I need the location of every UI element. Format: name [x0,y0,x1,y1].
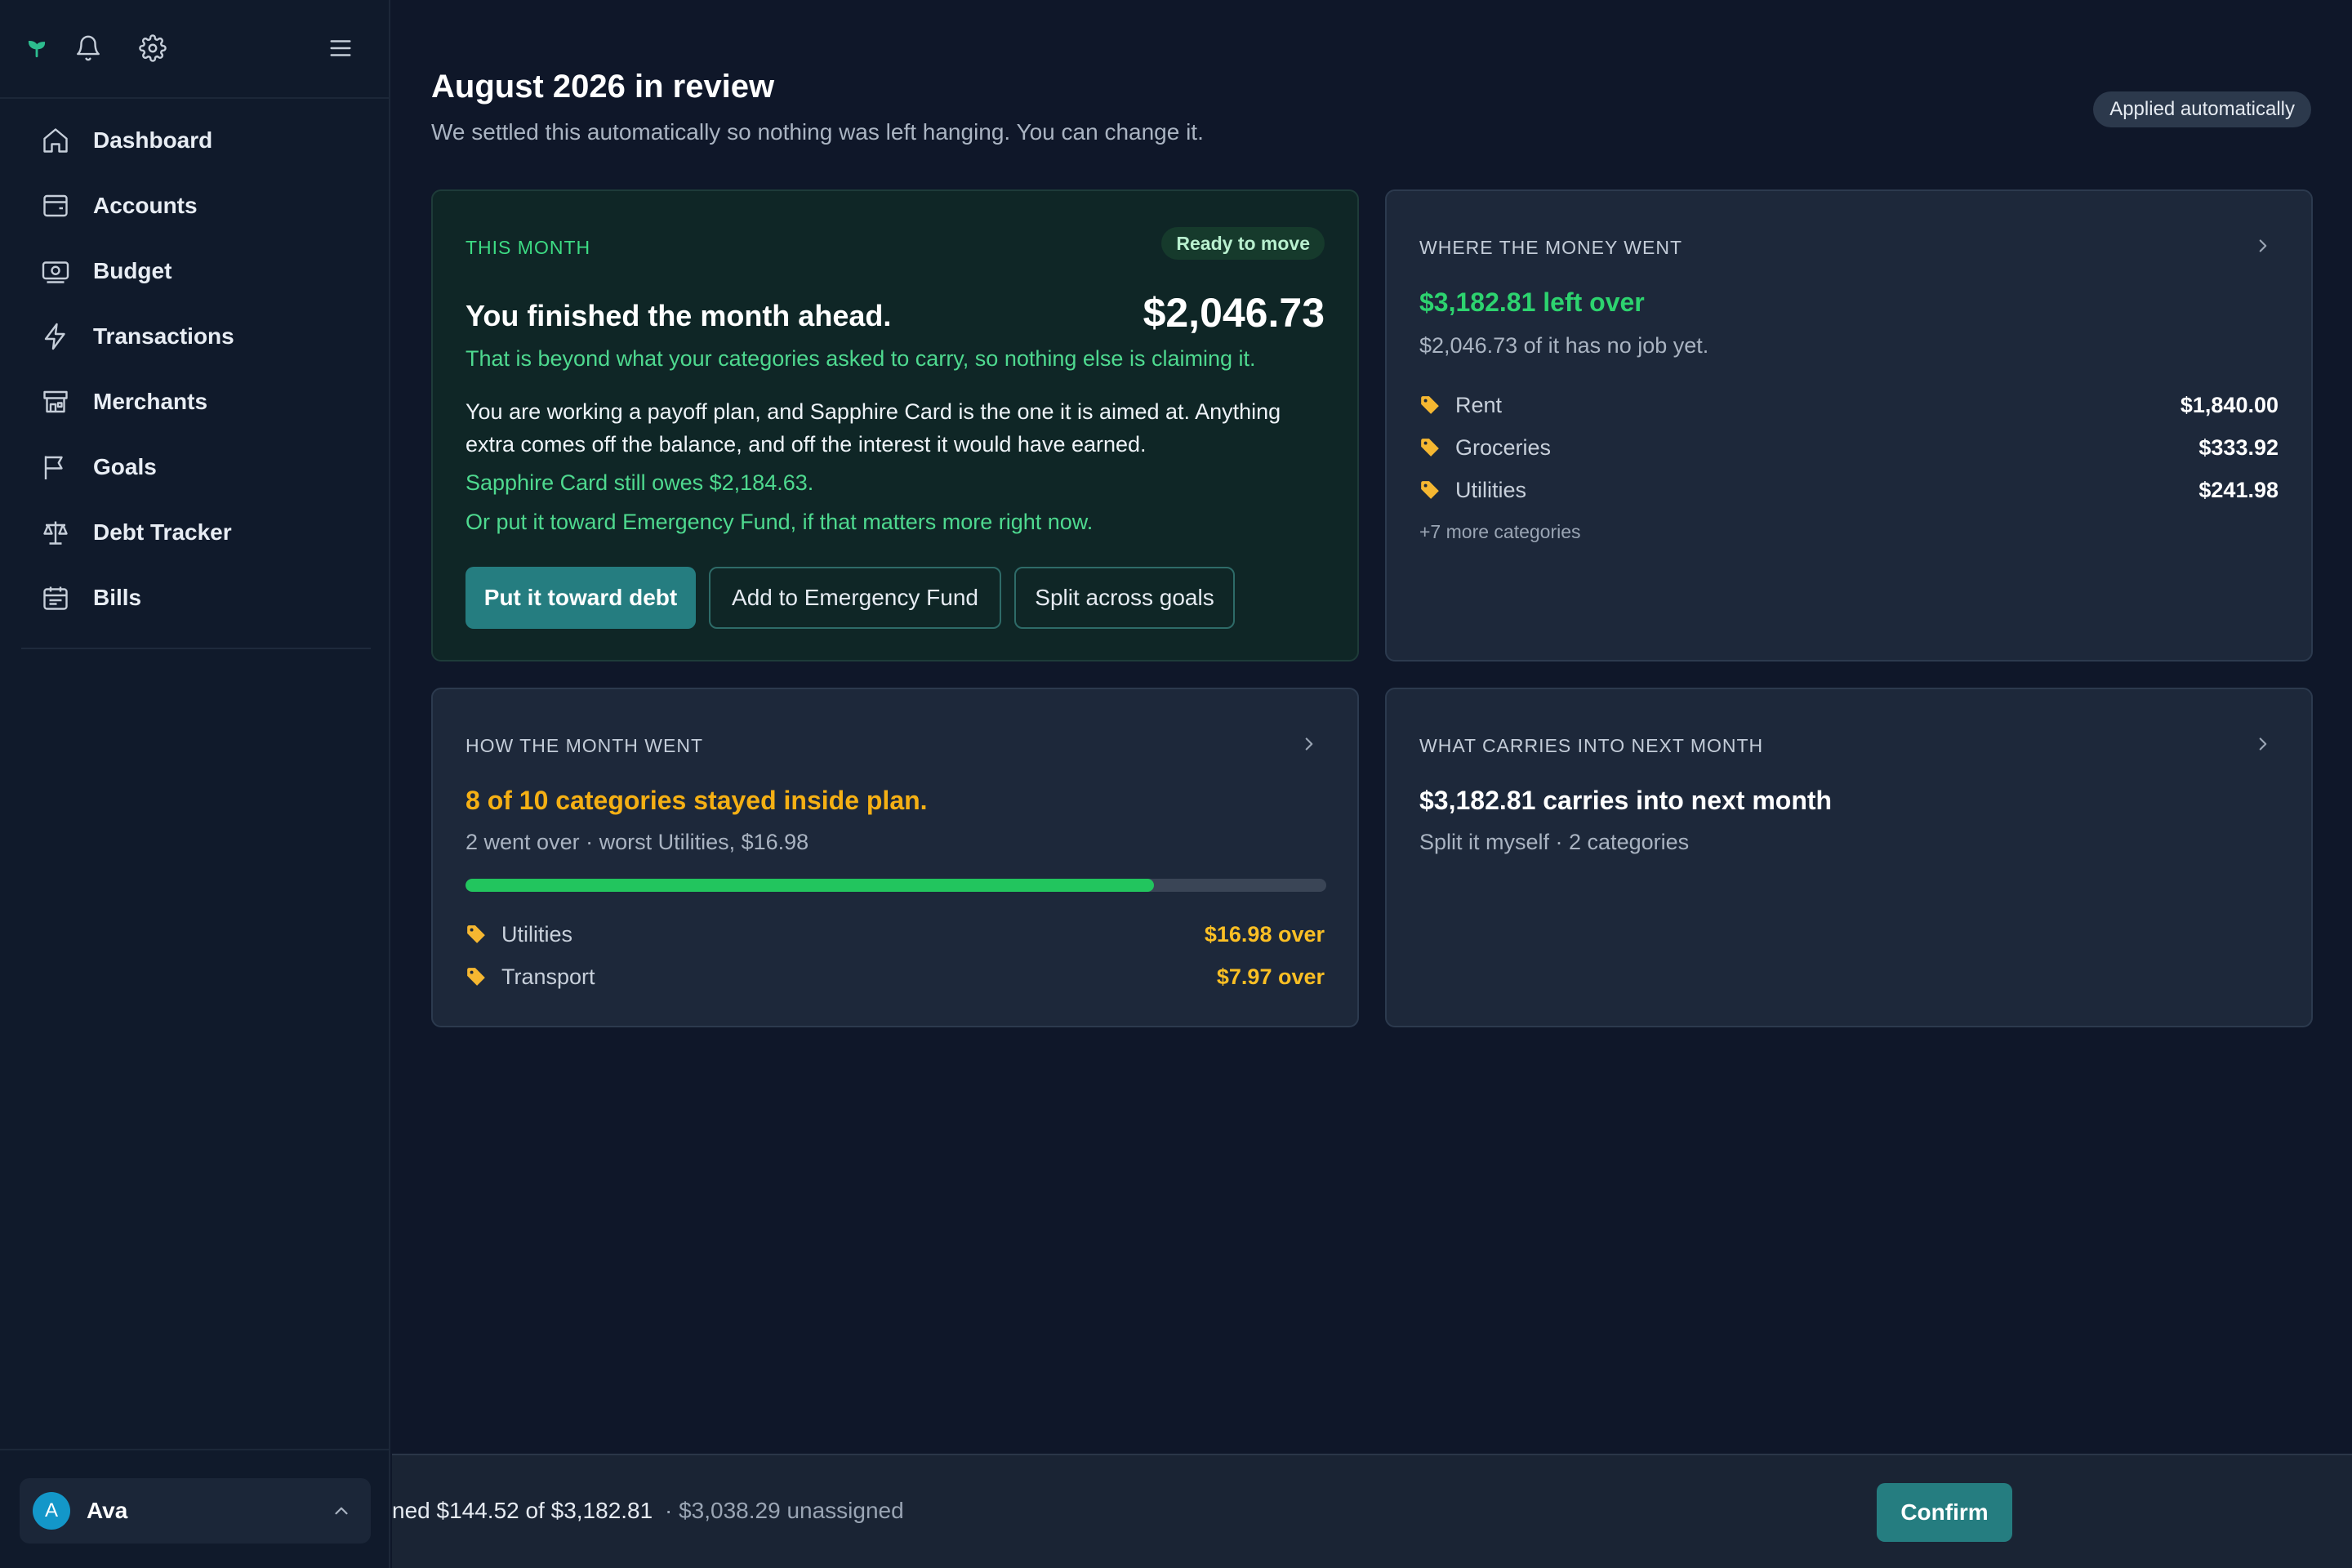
assigned-summary: ned $144.52 of $3,182.81 [392,1498,653,1523]
category-name: Transport [501,964,595,989]
sidebar-item-label: Transactions [93,323,234,349]
card-label: HOW THE MONTH WENT [466,735,703,756]
tag-icon [466,966,487,987]
debt-balance-note: Sapphire Card still owes $2,184.63. [466,470,814,495]
user-name: Ava [87,1498,128,1523]
list-item: Groceries $333.92 [1419,431,2278,464]
sidebar-item-goals[interactable]: Goals [21,434,371,500]
overspend-amount: $7.97 over [1216,964,1325,989]
sidebar: Dashboard Accounts Budget Transactions M… [0,0,390,1568]
main-content: August 2026 in review We settled this au… [390,0,2352,1454]
category-name: Utilities [1455,477,1527,502]
category-amount: $1,840.00 [2180,392,2278,417]
carries-next-month-card[interactable]: WHAT CARRIES INTO NEXT MONTH $3,182.81 c… [1385,688,2313,1027]
list-item: Utilities $16.98 over [466,918,1325,951]
sidebar-item-label: Budget [93,258,172,283]
sidebar-item-dashboard[interactable]: Dashboard [21,108,371,173]
plan-summary: 8 of 10 categories stayed inside plan. [466,786,928,815]
page-subtitle: We settled this automatically so nothing… [431,119,1204,145]
ready-badge: Ready to move [1161,227,1325,260]
sidebar-item-merchants[interactable]: Merchants [21,369,371,434]
card-label: THIS MONTH [466,237,591,258]
tag-icon [1419,479,1441,501]
user-menu[interactable]: A Ava [20,1478,371,1544]
card-label: WHERE THE MONEY WENT [1419,237,1682,258]
chevron-right-icon[interactable] [2251,234,2275,258]
gear-icon[interactable] [137,33,168,64]
page-title: August 2026 in review [431,69,775,105]
add-to-emergency-fund-button[interactable]: Add to Emergency Fund [709,567,1001,629]
bell-icon[interactable] [73,33,104,64]
how-month-went-card[interactable]: HOW THE MONTH WENT 8 of 10 categories st… [431,688,1359,1027]
this-month-card: THIS MONTH Ready to move You finished th… [431,189,1359,662]
list-item: Utilities $241.98 [1419,474,2278,506]
sidebar-item-label: Bills [93,585,142,610]
chevron-up-icon [328,1498,354,1524]
tag-icon [466,924,487,945]
alternative-note: Or put it toward Emergency Fund, if that… [466,510,1094,534]
sidebar-footer: A Ava [0,1449,389,1568]
chevron-right-icon[interactable] [1297,732,1321,756]
sidebar-item-transactions[interactable]: Transactions [21,304,371,369]
sidebar-item-budget[interactable]: Budget [21,238,371,304]
sidebar-item-debt-tracker[interactable]: Debt Tracker [21,500,371,565]
overspend-summary: 2 went over · worst Utilities, $16.98 [466,830,809,854]
category-name: Rent [1455,392,1503,417]
tag-icon [1419,437,1441,458]
put-toward-debt-button[interactable]: Put it toward debt [466,567,696,629]
sidebar-item-label: Merchants [93,389,208,414]
category-name: Utilities [501,921,573,947]
category-amount: $333.92 [2198,434,2278,460]
wallet-icon [39,189,72,222]
where-money-went-card[interactable]: WHERE THE MONEY WENT $3,182.81 left over… [1385,189,2313,662]
leftover-amount: $3,182.81 left over [1419,287,1645,317]
payoff-description: You are working a payoff plan, and Sapph… [466,399,1281,457]
unassigned-summary: · $3,038.29 unassigned [665,1498,904,1523]
carryover-amount: $3,182.81 carries into next month [1419,786,1833,815]
scale-icon [39,516,72,549]
list-item: Rent $1,840.00 [1419,389,2278,421]
category-amount: $241.98 [2198,477,2278,502]
unassigned-note: $2,046.73 of it has no job yet. [1419,333,1709,358]
surplus-amount: $2,046.73 [1143,290,1325,336]
app: Dashboard Accounts Budget Transactions M… [0,0,2352,1568]
plan-progress-bar [466,879,1326,892]
avatar: A [33,1492,70,1530]
sidebar-item-label: Dashboard [93,127,213,153]
tag-icon [1419,394,1441,416]
list-item: Transport $7.97 over [466,960,1325,993]
card-headline: You finished the month ahead. [466,299,892,332]
overspend-amount: $16.98 over [1204,921,1325,947]
sidebar-item-bills[interactable]: Bills [21,565,371,630]
progress-fill [466,879,1155,892]
chevron-right-icon[interactable] [2251,732,2275,756]
card-label: WHAT CARRIES INTO NEXT MONTH [1419,735,1764,756]
category-name: Groceries [1455,434,1552,460]
sidebar-item-label: Goals [93,454,157,479]
home-icon [39,124,72,157]
status-badge: Applied automatically [2093,91,2311,127]
confirm-button[interactable]: Confirm [1877,1483,2012,1542]
logo-sprout-icon[interactable] [21,33,52,64]
store-icon [39,385,72,418]
sidebar-header [0,0,389,99]
divider [21,648,371,649]
lightning-icon [39,320,72,353]
sidebar-item-label: Accounts [93,193,198,218]
menu-icon[interactable] [325,33,356,64]
banknote-icon [39,255,72,287]
calendar-icon [39,581,72,614]
bottom-action-bar: ned $144.52 of $3,182.81 · $3,038.29 una… [392,1454,2352,1568]
more-categories-link[interactable]: +7 more categories [1419,521,1581,543]
sidebar-item-label: Debt Tracker [93,519,232,545]
sidebar-item-accounts[interactable]: Accounts [21,173,371,238]
split-across-goals-button[interactable]: Split across goals [1014,567,1235,629]
surplus-note: That is beyond what your categories aske… [466,346,1256,371]
sidebar-nav: Dashboard Accounts Budget Transactions M… [21,108,371,630]
flag-icon [39,451,72,483]
carryover-detail: Split it myself · 2 categories [1419,830,1690,854]
